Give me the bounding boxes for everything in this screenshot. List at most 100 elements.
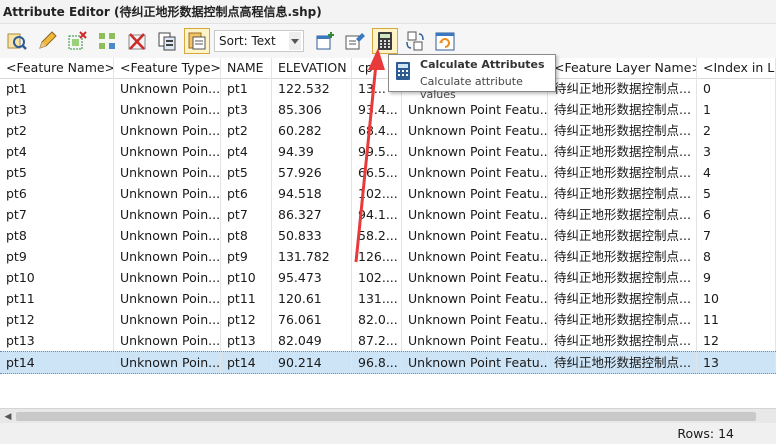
- table-cell[interactable]: Unknown Poin...: [114, 309, 221, 330]
- table-cell[interactable]: pt5: [0, 162, 114, 183]
- table-cell[interactable]: pt5: [221, 162, 272, 183]
- table-row[interactable]: pt10 Unknown Poin... pt10 95.473 102.... Unkn…: [0, 267, 776, 288]
- calculate-attributes-button[interactable]: [372, 28, 398, 54]
- table-row[interactable]: pt6 Unknown Poin... pt6 94.518 102.... Unknow…: [0, 183, 776, 204]
- table-cell[interactable]: 76.061: [272, 309, 352, 330]
- table-cell[interactable]: pt4: [221, 141, 272, 162]
- table-cell[interactable]: 85.306: [272, 99, 352, 120]
- add-field-button[interactable]: [312, 28, 338, 54]
- table-cell[interactable]: Unknown Point Featu...: [402, 225, 548, 246]
- table-row[interactable]: pt8 Unknown Poin... pt8 50.833 58.2... Unknow…: [0, 225, 776, 246]
- sort-dropdown[interactable]: Sort: Text: [214, 30, 304, 52]
- table-cell[interactable]: pt3: [221, 99, 272, 120]
- table-cell[interactable]: Unknown Poin...: [114, 267, 221, 288]
- table-cell[interactable]: pt1: [221, 78, 272, 99]
- table-cell[interactable]: pt2: [0, 120, 114, 141]
- table-cell[interactable]: 82.0...: [352, 309, 402, 330]
- table-row[interactable]: pt2 Unknown Poin... pt2 60.282 68.4... Unknow…: [0, 120, 776, 141]
- table-cell[interactable]: 8: [697, 246, 776, 267]
- table-cell[interactable]: pt9: [0, 246, 114, 267]
- swap-button[interactable]: [402, 28, 428, 54]
- table-cell[interactable]: Unknown Point Featu...: [402, 141, 548, 162]
- table-cell[interactable]: Unknown Point Featu...: [402, 204, 548, 225]
- table-cell[interactable]: Unknown Point Featu...: [402, 267, 548, 288]
- table-cell[interactable]: 6: [697, 204, 776, 225]
- select-grid-button[interactable]: [64, 28, 90, 54]
- table-cell[interactable]: 待纠正地形数据控制点...: [548, 309, 697, 330]
- column-header[interactable]: <Feature Name>: [0, 58, 114, 78]
- table-cell[interactable]: pt7: [0, 204, 114, 225]
- table-cell[interactable]: 11: [697, 309, 776, 330]
- column-header[interactable]: NAME: [221, 58, 272, 78]
- move-records-button[interactable]: [94, 28, 120, 54]
- table-cell[interactable]: 94.518: [272, 183, 352, 204]
- table-cell[interactable]: pt4: [0, 141, 114, 162]
- table-cell[interactable]: 94.1...: [352, 204, 402, 225]
- table-row[interactable]: pt11 Unknown Poin... pt11 120.61 131.... Unkn…: [0, 288, 776, 309]
- table-cell[interactable]: pt8: [0, 225, 114, 246]
- table-cell[interactable]: 94.39: [272, 141, 352, 162]
- table-cell[interactable]: 120.61: [272, 288, 352, 309]
- table-cell[interactable]: pt10: [0, 267, 114, 288]
- table-cell[interactable]: Unknown Poin...: [114, 330, 221, 351]
- table-cell[interactable]: Unknown Point Featu...: [402, 99, 548, 120]
- table-cell[interactable]: 99.5...: [352, 141, 402, 162]
- table-cell[interactable]: 2: [697, 120, 776, 141]
- table-cell[interactable]: pt12: [0, 309, 114, 330]
- table-cell[interactable]: 1: [697, 99, 776, 120]
- table-cell[interactable]: pt10: [221, 267, 272, 288]
- table-cell[interactable]: pt13: [221, 330, 272, 351]
- table-cell[interactable]: Unknown Point Featu...: [402, 352, 548, 373]
- table-row[interactable]: pt4 Unknown Poin... pt4 94.39 99.5... Unknown…: [0, 141, 776, 162]
- table-row[interactable]: pt5 Unknown Poin... pt5 57.926 66.5... Unknow…: [0, 162, 776, 183]
- table-cell[interactable]: 102....: [352, 183, 402, 204]
- table-cell[interactable]: 60.282: [272, 120, 352, 141]
- table-cell[interactable]: Unknown Poin...: [114, 99, 221, 120]
- table-cell[interactable]: pt6: [221, 183, 272, 204]
- table-cell[interactable]: 90.214: [272, 352, 352, 373]
- table-cell[interactable]: 50.833: [272, 225, 352, 246]
- table-cell[interactable]: 131....: [352, 288, 402, 309]
- table-cell[interactable]: 10: [697, 288, 776, 309]
- table-cell[interactable]: 7: [697, 225, 776, 246]
- table-cell[interactable]: 待纠正地形数据控制点...: [548, 120, 697, 141]
- table-cell[interactable]: pt12: [221, 309, 272, 330]
- table-cell[interactable]: pt1: [0, 78, 114, 99]
- table-cell[interactable]: 待纠正地形数据控制点...: [548, 288, 697, 309]
- table-cell[interactable]: pt3: [0, 99, 114, 120]
- refresh-button[interactable]: [432, 28, 458, 54]
- table-cell[interactable]: Unknown Point Featu...: [402, 120, 548, 141]
- table-cell[interactable]: 13: [697, 352, 776, 373]
- table-cell[interactable]: pt7: [221, 204, 272, 225]
- table-cell[interactable]: pt9: [221, 246, 272, 267]
- table-cell[interactable]: 待纠正地形数据控制点...: [548, 352, 697, 373]
- delete-records-button[interactable]: [124, 28, 150, 54]
- table-cell[interactable]: Unknown Poin...: [114, 183, 221, 204]
- table-cell[interactable]: Unknown Point Featu...: [402, 309, 548, 330]
- table-cell[interactable]: 9: [697, 267, 776, 288]
- table-cell[interactable]: 0: [697, 78, 776, 99]
- table-cell[interactable]: pt2: [221, 120, 272, 141]
- chevron-down-icon[interactable]: [289, 32, 301, 50]
- table-cell[interactable]: 87.2...: [352, 330, 402, 351]
- table-row[interactable]: pt7 Unknown Poin... pt7 86.327 94.1... Unknow…: [0, 204, 776, 225]
- edit-field-button[interactable]: [342, 28, 368, 54]
- table-cell[interactable]: 95.473: [272, 267, 352, 288]
- table-cell[interactable]: 待纠正地形数据控制点...: [548, 204, 697, 225]
- table-cell[interactable]: 126....: [352, 246, 402, 267]
- column-header[interactable]: <Feature Layer Name>: [548, 58, 697, 78]
- table-cell[interactable]: 待纠正地形数据控制点...: [548, 162, 697, 183]
- table-row[interactable]: pt12 Unknown Poin... pt12 76.061 82.0... Unkn…: [0, 309, 776, 330]
- table-cell[interactable]: 82.049: [272, 330, 352, 351]
- table-cell[interactable]: 12: [697, 330, 776, 351]
- table-cell[interactable]: pt11: [221, 288, 272, 309]
- table-cell[interactable]: 122.532: [272, 78, 352, 99]
- table-cell[interactable]: 待纠正地形数据控制点...: [548, 99, 697, 120]
- table-cell[interactable]: pt14: [0, 352, 114, 373]
- table-cell[interactable]: 待纠正地形数据控制点...: [548, 141, 697, 162]
- table-cell[interactable]: 待纠正地形数据控制点...: [548, 330, 697, 351]
- table-cell[interactable]: 待纠正地形数据控制点...: [548, 267, 697, 288]
- table-cell[interactable]: Unknown Poin...: [114, 162, 221, 183]
- table-cell[interactable]: 58.2...: [352, 225, 402, 246]
- edit-button[interactable]: [34, 28, 60, 54]
